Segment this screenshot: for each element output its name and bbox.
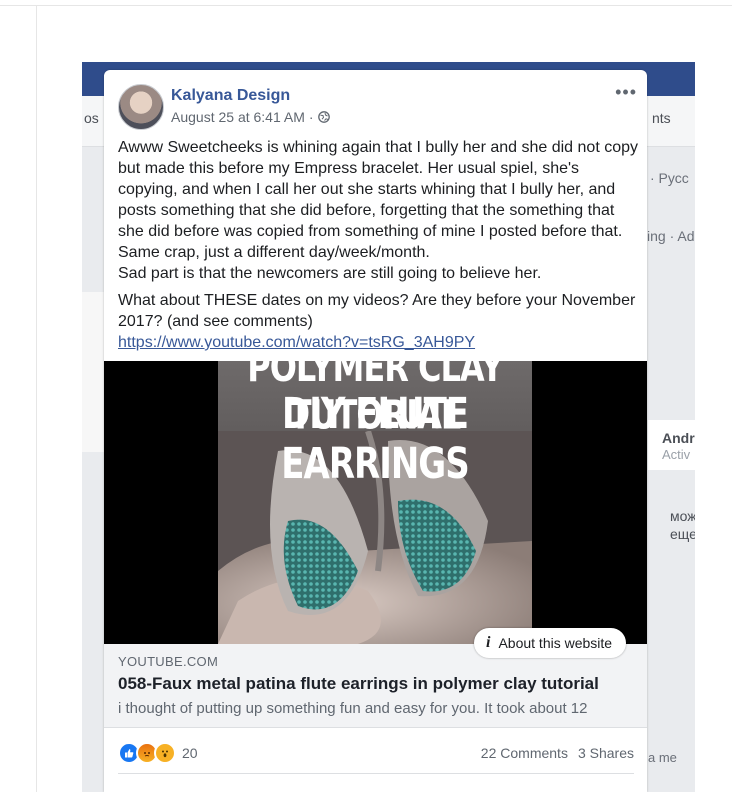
left-divider [36, 5, 37, 792]
post-footer: 20 22 Comments 3 Shares [118, 738, 634, 768]
comments-count[interactable]: 22 Comments [481, 745, 568, 761]
thumbnail-title-line-2: DIY FLUTE EARRINGS [281, 389, 469, 489]
background-snippet-1: мож [670, 508, 695, 524]
more-options-icon[interactable]: ••• [615, 82, 637, 103]
post-paragraph-1: Awww Sweetcheeks is whining again that I… [118, 139, 639, 282]
background-snippet-2: еще [670, 526, 695, 542]
post-meta: August 25 at 6:41 AM · [171, 109, 330, 125]
background-status-partial: Activ [662, 447, 691, 462]
about-this-website-button[interactable]: i About this website [474, 628, 627, 658]
link-domain: YOUTUBE.COM [118, 654, 219, 669]
video-thumbnail[interactable]: POLYMER CLAY TUTORIAL DIY FLUTE EARRINGS [218, 361, 532, 644]
post-paragraph-2: What about THESE dates on my videos? Are… [118, 292, 636, 330]
info-icon: i [486, 634, 491, 651]
post-card: Kalyana Design August 25 at 6:41 AM · ••… [104, 70, 647, 792]
background-tab-partial-right: nts [652, 110, 671, 126]
post-link[interactable]: https://www.youtube.com/watch?v=tsRG_3AH… [118, 334, 475, 351]
avatar[interactable] [118, 84, 164, 130]
background-name-partial: Andr [662, 430, 695, 446]
reactions-summary[interactable]: 20 [118, 742, 198, 764]
post-timestamp[interactable]: August 25 at 6:41 AM [171, 109, 305, 125]
wow-reaction-icon [154, 742, 176, 764]
globe-icon [317, 111, 330, 123]
background-language-partial: · Русс [650, 170, 689, 186]
background-chat-partial: a me [648, 750, 677, 765]
author-name[interactable]: Kalyana Design [171, 87, 290, 105]
top-divider [0, 5, 732, 6]
engagement-stats: 22 Comments 3 Shares [481, 745, 634, 761]
footer-divider [118, 773, 634, 774]
reaction-count: 20 [182, 745, 198, 761]
background-activity-partial: ing · Ad [647, 228, 695, 244]
post-body: Awww Sweetcheeks is whining again that I… [118, 137, 638, 353]
link-description: i thought of putting up something fun an… [118, 700, 588, 717]
link-preview-image[interactable]: POLYMER CLAY TUTORIAL DIY FLUTE EARRINGS [104, 361, 647, 644]
background-tab-partial-left: os [84, 110, 99, 126]
shares-count[interactable]: 3 Shares [578, 745, 634, 761]
about-this-website-label: About this website [498, 635, 613, 651]
link-title[interactable]: 058-Faux metal patina flute earrings in … [118, 674, 599, 694]
background-left-column [82, 292, 104, 452]
meta-separator: · [308, 109, 314, 125]
